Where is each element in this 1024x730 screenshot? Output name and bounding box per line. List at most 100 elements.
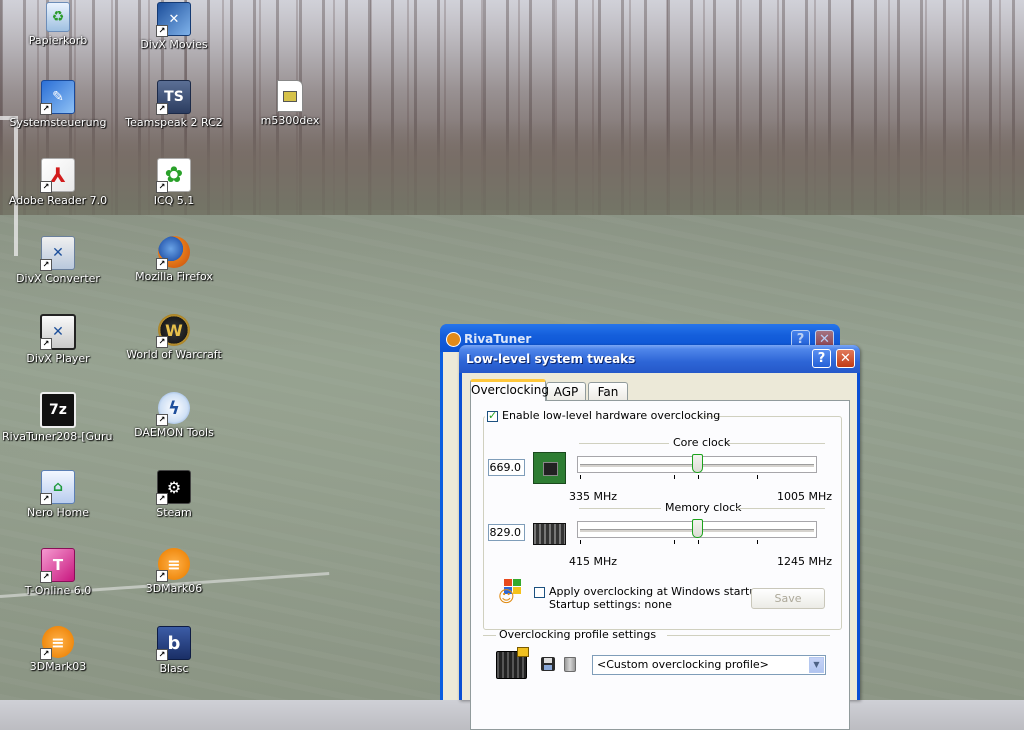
profile-select[interactable]: <Custom overclocking profile> ▼ [592, 655, 826, 675]
daemon-tools-icon: ϟ ↗ [156, 392, 190, 426]
adobe-reader-icon: ⅄ ↗ [40, 158, 75, 193]
3dmark-icon: ≡ ↗ [40, 626, 74, 660]
tab-fan[interactable]: Fan [588, 382, 628, 400]
desktop-icon-label: DivX Player [26, 352, 90, 365]
recycle-bin-icon: ♻ [46, 2, 70, 32]
7z-archive-icon: 7z [40, 392, 76, 428]
memory-clock-tick [757, 540, 758, 544]
divx-player-icon: ✕ ↗ [40, 314, 76, 350]
core-clock-value-field[interactable]: 669.0 [488, 459, 525, 476]
memory-clock-max-label: 1245 MHz [777, 555, 833, 568]
dialog-help-button[interactable]: ? [812, 349, 831, 368]
desktop-icon-label: Steam [156, 506, 192, 519]
core-clock-divider-left [579, 443, 669, 444]
desktop-icon-papierkorb[interactable]: ♻ Papierkorb [2, 2, 114, 47]
desktop-icon-adobe-reader[interactable]: ⅄ ↗ Adobe Reader 7.0 [2, 158, 114, 207]
nero-home-icon: ⌂ ↗ [40, 470, 75, 505]
core-clock-slider-thumb[interactable] [692, 454, 703, 473]
desktop-icon-divx-converter[interactable]: ✕ ↗ DivX Converter [2, 236, 114, 285]
desktop-icon-t-online[interactable]: T ↗ T-Online 6.0 [2, 548, 114, 597]
desktop-icon-label: 3DMark03 [29, 660, 87, 673]
desktop-icon-teamspeak[interactable]: TS ↗ Teamspeak 2 RC2 [118, 80, 230, 129]
apply-startup-label: Apply overclocking at Windows startup [549, 585, 764, 598]
memory-clock-tick [580, 540, 581, 544]
save-button[interactable]: Save [751, 588, 825, 609]
save-profile-icon[interactable] [541, 657, 555, 671]
control-panel-icon: ✎ ↗ [40, 80, 75, 115]
steam-icon: ⚙ ↗ [156, 470, 191, 505]
desktop-icon-3dmark03[interactable]: ≡ ↗ 3DMark03 [2, 626, 114, 673]
document-icon [277, 80, 303, 112]
desktop-icon-label: m5300dex [260, 114, 320, 127]
divx-movies-icon: ✕ ↗ [156, 2, 191, 37]
core-clock-divider-right [728, 443, 825, 444]
desktop-icon-icq[interactable]: ✿ ↗ ICQ 5.1 [118, 158, 230, 207]
firefox-icon: ↗ [156, 236, 190, 270]
desktop-icon-label: Blasc [159, 662, 189, 675]
desktop-icon-label: DivX Movies [140, 38, 208, 51]
desktop-icon-label: Teamspeak 2 RC2 [125, 116, 223, 129]
gpu-chip-icon [533, 452, 566, 484]
desktop-icon-rivatuner-archive[interactable]: 7z RivaTuner208-[Guru... [2, 392, 114, 443]
desktop-icon-label: Nero Home [27, 506, 89, 519]
desktop-icon-divx-movies[interactable]: ✕ ↗ DivX Movies [118, 2, 230, 51]
blasc-icon: b ↗ [156, 626, 191, 661]
desktop-icon-label: DAEMON Tools [134, 426, 214, 439]
divx-converter-icon: ✕ ↗ [40, 236, 75, 271]
memory-clock-divider-right [736, 508, 825, 509]
startup-settings-text: Startup settings: none [549, 598, 672, 611]
core-clock-tick [580, 475, 581, 479]
enable-overclocking-checkbox[interactable] [487, 409, 498, 422]
desktop-icon-label: RivaTuner208-[Guru... [2, 430, 114, 443]
memory-clock-divider-left [579, 508, 661, 509]
desktop-icon-3dmark06[interactable]: ≡ ↗ 3DMark06 [118, 548, 230, 595]
memory-clock-slider-thumb[interactable] [692, 519, 703, 538]
desktop-icon-systemsteuerung[interactable]: ✎ ↗ Systemsteuerung [2, 80, 114, 129]
desktop-icon-m5300dex[interactable]: m5300dex [234, 80, 346, 127]
memory-clock-value-field[interactable]: 829.0 [488, 524, 525, 541]
desktop-icon-daemon-tools[interactable]: ϟ ↗ DAEMON Tools [118, 392, 230, 439]
core-clock-tick [757, 475, 758, 479]
desktop-icon-label: Mozilla Firefox [135, 270, 213, 283]
profile-divider-left [483, 635, 496, 636]
profile-chip-icon [496, 647, 529, 679]
profile-section-label: Overclocking profile settings [499, 628, 657, 641]
dialog-close-button[interactable]: ✕ [836, 349, 855, 368]
desktop-icon-blasc[interactable]: b ↗ Blasc [118, 626, 230, 675]
desktop-icon-label: ICQ 5.1 [153, 194, 195, 207]
chevron-down-icon[interactable]: ▼ [809, 657, 824, 673]
t-online-icon: T ↗ [40, 548, 75, 583]
dialog-body: Overclocking AGP Fan Enable low-level ha… [462, 373, 857, 730]
core-clock-tick [674, 475, 675, 479]
icq-flower-icon: ✿ ↗ [156, 158, 191, 193]
delete-profile-icon[interactable] [564, 657, 576, 672]
desktop-icon-divx-player[interactable]: ✕ ↗ DivX Player [2, 314, 114, 365]
windows-startup-icon: ☺ [498, 577, 524, 607]
apply-startup-checkbox[interactable] [534, 587, 545, 598]
enable-overclocking-label: Enable low-level hardware overclocking [502, 409, 721, 422]
rivatuner-title: RivaTuner [464, 332, 532, 346]
tab-agp[interactable]: AGP [546, 382, 586, 400]
enable-checkbox-row[interactable]: Enable low-level hardware overclocking [485, 408, 720, 424]
tab-overclocking[interactable]: Overclocking [470, 379, 549, 401]
low-level-tweaks-dialog[interactable]: Low-level system tweaks ? ✕ Overclocking… [459, 345, 860, 730]
profile-select-value: <Custom overclocking profile> [597, 658, 769, 671]
core-clock-tick [698, 475, 699, 479]
rivatuner-app-icon [446, 332, 461, 347]
desktop-icon-label: T-Online 6.0 [24, 584, 92, 597]
memory-clock-tick [698, 540, 699, 544]
desktop-icon-label: World of Warcraft [126, 348, 222, 361]
teamspeak-icon: TS ↗ [156, 80, 191, 115]
dialog-title: Low-level system tweaks [466, 352, 636, 366]
desktop-icon-world-of-warcraft[interactable]: W ↗ World of Warcraft [118, 314, 230, 361]
desktop-icon-steam[interactable]: ⚙ ↗ Steam [118, 470, 230, 519]
core-clock-max-label: 1005 MHz [777, 490, 833, 503]
wow-icon: W ↗ [156, 314, 190, 348]
memory-clock-tick [674, 540, 675, 544]
memory-clock-label: Memory clock [665, 501, 742, 514]
desktop-icon-nero-home[interactable]: ⌂ ↗ Nero Home [2, 470, 114, 519]
profile-divider-right [667, 635, 830, 636]
desktop-icon-firefox[interactable]: ↗ Mozilla Firefox [118, 236, 230, 283]
memory-chip-icon [533, 523, 566, 545]
overclocking-panel: Enable low-level hardware overclocking C… [470, 400, 850, 730]
